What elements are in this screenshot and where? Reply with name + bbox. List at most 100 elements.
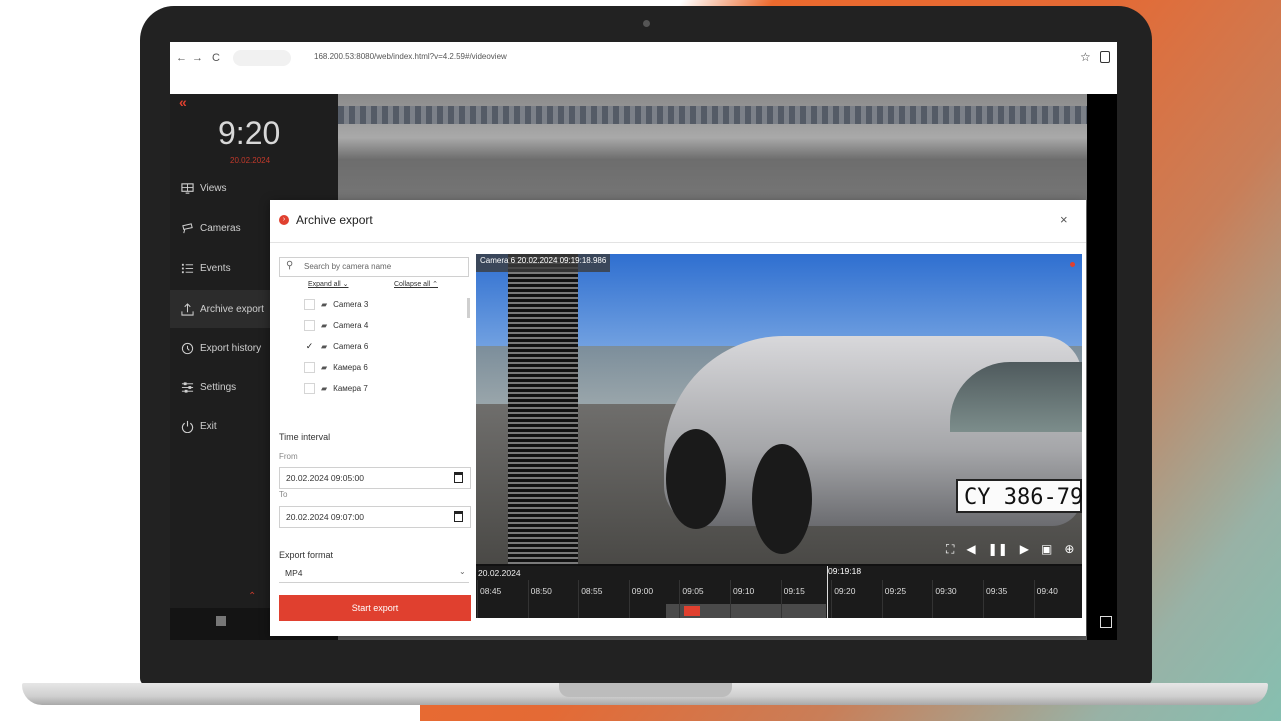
start-export-button[interactable]: Start export	[279, 595, 471, 621]
timeline-tick-label: 09:10	[733, 586, 755, 596]
export-icon	[180, 302, 194, 316]
address-pill[interactable]	[233, 50, 291, 66]
video-car-window	[950, 362, 1082, 432]
laptop-notch	[559, 683, 732, 697]
timeline-tick-line	[730, 580, 731, 618]
right-panel	[1087, 94, 1117, 640]
app-area: « 9:20 20.02.2024 Views Cameras Events A…	[170, 94, 1117, 640]
camera-name: Camera 4	[333, 321, 369, 330]
reload-button[interactable]: C	[212, 52, 220, 64]
browser-toolbar: ← → C 168.200.53:8080/web/index.html?v=4…	[170, 42, 1117, 94]
camera-list-item[interactable]: ▰ Camera 4	[304, 320, 368, 331]
camera-list-item[interactable]: ▰ Камера 6	[304, 362, 368, 373]
views-icon	[180, 181, 194, 195]
export-format-select[interactable]: MP4 ⌄	[279, 562, 469, 583]
sidebar-item-label: Cameras	[200, 222, 241, 234]
timeline-tick-label: 09:05	[682, 586, 704, 596]
expand-all-link[interactable]: Expand all ⌄	[308, 280, 349, 288]
calendar-icon[interactable]	[454, 511, 463, 522]
timeline-tick-line	[983, 580, 984, 618]
video-car-wheel	[752, 444, 812, 554]
forward-button[interactable]: →	[192, 52, 203, 64]
dialog-header: › Archive export ×	[270, 200, 1086, 243]
camera-name: Камера 7	[333, 384, 368, 393]
timeline-tick-line	[932, 580, 934, 618]
sidebar-item-label: Views	[200, 182, 227, 194]
camera-list-item[interactable]: ▰ Камера 7	[304, 383, 368, 394]
from-value: 20.02.2024 09:05:00	[286, 473, 364, 483]
from-datetime-input[interactable]: 20.02.2024 09:05:00	[279, 467, 471, 489]
sidebar-expand-up-icon[interactable]: ⌃	[248, 591, 256, 602]
timeline-tick-line	[578, 580, 580, 618]
power-icon	[180, 419, 194, 433]
sidebar-item-events[interactable]: Events	[180, 258, 231, 278]
search-placeholder: Search by camera name	[304, 262, 392, 271]
camera-name: Камера 6	[333, 363, 368, 372]
to-datetime-input[interactable]: 20.02.2024 09:07:00	[279, 506, 471, 528]
back-button[interactable]: ←	[176, 52, 187, 64]
collapse-all-link[interactable]: Collapse all ⌃	[394, 280, 438, 288]
camera-icon: ▰	[321, 321, 328, 330]
camera-checkbox[interactable]	[304, 362, 315, 373]
camera-checkbox[interactable]	[304, 383, 315, 394]
sidebar-item-views[interactable]: Views	[180, 178, 227, 198]
calendar-icon[interactable]	[454, 472, 463, 483]
timeline-tick-line	[831, 580, 833, 618]
sidebar-item-label: Export history	[200, 342, 262, 354]
extension-icon[interactable]	[1100, 51, 1110, 63]
search-icon: ⚲	[286, 260, 294, 271]
video-player[interactable]: CY 386-79 Camera 6 20.02.2024 09:19:18.9…	[476, 254, 1082, 618]
webcam-dot	[643, 20, 650, 27]
step-back-icon[interactable]: ◀	[966, 542, 975, 557]
snapshot-icon[interactable]: ▣	[1041, 542, 1052, 557]
timeline-tick-label: 08:50	[530, 586, 552, 596]
camera-icon: ▰	[321, 363, 328, 372]
sidebar-item-label: Events	[200, 262, 231, 274]
recording-indicator	[1070, 262, 1075, 267]
layout-grid-icon[interactable]	[1100, 616, 1112, 628]
sidebar-collapse-button[interactable]: «	[179, 94, 187, 110]
player-controls: ⛶ ◀ ❚❚ ▶ ▣ ⊕	[946, 542, 1074, 557]
to-label: To	[279, 490, 288, 499]
settings-icon	[180, 380, 194, 394]
background-video-fence	[338, 106, 1087, 124]
pause-icon[interactable]: ❚❚	[988, 542, 1008, 557]
camera-list-item[interactable]: ▰ Camera 3	[304, 299, 368, 310]
timeline-range-marker[interactable]	[684, 606, 700, 616]
sidebar-item-cameras[interactable]: Cameras	[180, 218, 241, 238]
timeline-tick-line	[881, 580, 883, 618]
camera-checkbox[interactable]	[304, 299, 315, 310]
timeline[interactable]: 20.02.2024 08:45 08:50 08:55 09:00 09:05 09:1…	[476, 566, 1082, 618]
layout-tile-icon[interactable]	[216, 616, 226, 626]
events-icon	[180, 261, 194, 275]
chevron-down-icon: ⌄	[459, 567, 466, 576]
camera-list-scrollbar[interactable]	[467, 298, 470, 318]
camera-list-item[interactable]: ✓ ▰ Camera 6	[304, 341, 369, 352]
camera-icon: ▰	[321, 384, 328, 393]
camera-name: Camera 3	[333, 300, 369, 309]
camera-icon	[180, 221, 194, 235]
camera-checkbox-checked[interactable]: ✓	[304, 341, 315, 352]
clock-date: 20.02.2024	[230, 156, 271, 165]
close-button[interactable]: ×	[1060, 212, 1068, 227]
export-format-value: MP4	[285, 568, 303, 578]
sidebar-item-exit[interactable]: Exit	[180, 416, 217, 436]
camera-checkbox[interactable]	[304, 320, 315, 331]
bookmark-star-icon[interactable]: ☆	[1080, 50, 1091, 64]
camera-search-input[interactable]: ⚲ Search by camera name	[279, 257, 469, 277]
sidebar-item-label: Archive export	[200, 303, 264, 315]
sidebar-item-settings[interactable]: Settings	[180, 377, 236, 397]
timeline-tick-label: 09:35	[986, 586, 1008, 596]
step-forward-icon[interactable]: ▶	[1020, 542, 1029, 557]
sidebar-item-export-history[interactable]: Export history	[180, 338, 261, 358]
timeline-tick-label: 09:30	[935, 586, 957, 596]
sidebar-item-archive-export[interactable]: Archive export	[180, 299, 264, 319]
timeline-tick-label: 08:45	[480, 586, 502, 596]
fullscreen-icon[interactable]: ⛶	[946, 542, 954, 557]
timeline-tick-line	[477, 580, 478, 618]
zoom-icon[interactable]: ⊕	[1064, 542, 1074, 557]
timeline-tick-label: 09:20	[834, 586, 856, 596]
timeline-current-time: 09:19:18	[828, 566, 862, 576]
to-value: 20.02.2024 09:07:00	[286, 512, 364, 522]
address-bar[interactable]: 168.200.53:8080/web/index.html?v=4.2.59#…	[314, 52, 507, 61]
